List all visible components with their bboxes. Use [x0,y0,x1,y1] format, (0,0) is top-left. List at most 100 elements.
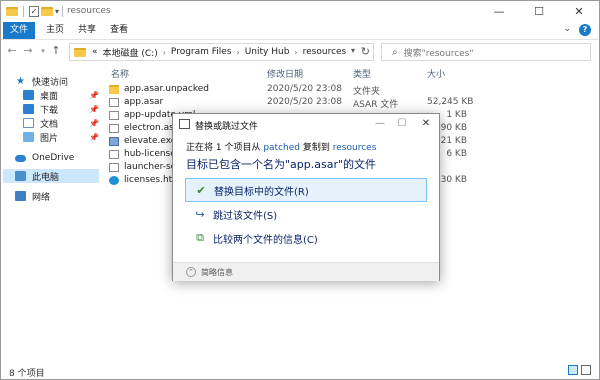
tab-view[interactable]: 查看 [107,22,131,39]
skip-file-option[interactable]: ↪ 跳过该文件(S) [185,202,427,226]
column-header-date[interactable]: 修改日期 [267,67,303,80]
skip-arrow-icon: ↪ [195,207,205,221]
file-date: 2020/5/20 23:08 [267,84,342,94]
expand-ribbon-icon[interactable]: ⌄ [563,24,571,36]
nav-label: 图片 [40,133,59,144]
file-date: 2020/5/20 23:08 [267,97,342,107]
replace-file-option[interactable]: ✔ 替换目标中的文件(R) [185,178,427,202]
window-title: resources [67,6,111,16]
folder-icon [6,7,18,16]
chevron-right-icon[interactable]: › [294,48,297,57]
back-arrow-icon[interactable]: ← [5,44,19,57]
copy-icon [179,119,190,129]
breadcrumb-item[interactable]: 本地磁盘 (C:) [103,46,158,59]
customize-toolbar-icon[interactable]: ▾ [55,7,59,16]
replace-or-skip-dialog: 替换或跳过文件 — ☐ ✕ 正在将 1 个项目从 patched 复制到 res… [172,113,440,281]
search-placeholder: 搜索"resources" [403,48,474,59]
up-arrow-icon[interactable]: ↑ [49,44,63,57]
navigation-pane: ★ 快速访问 桌面 📌 下载 📌 文档 📌 图片 📌 OneDrive 此电脑 … [1,63,101,363]
nav-network[interactable]: 网络 [15,189,50,203]
pin-icon: 📌 [89,132,99,142]
nav-label: 快速访问 [32,77,69,88]
fewer-details-toggle[interactable]: 简略信息 [201,267,233,278]
breadcrumb-item[interactable]: Program Files [171,47,232,57]
ribbon-tabs: 文件 主页 共享 查看 ⌄ ? [1,22,599,39]
help-icon[interactable]: ? [579,24,591,36]
status-item-count: 8 个项目 [9,369,45,379]
quick-access-toolbar: ✓ ▾ [6,5,59,18]
column-header-type[interactable]: 类型 [353,67,371,80]
chevron-right-icon[interactable]: › [237,48,240,57]
breadcrumb-overflow[interactable]: « [92,47,98,57]
explorer-window: ✓ ▾ resources — ☐ ✕ 文件 主页 共享 查看 ⌄ ? ← → … [0,0,600,380]
properties-icon[interactable]: ✓ [29,6,39,17]
edge-browser-icon [109,175,119,185]
column-header-name[interactable]: 名称 [111,67,129,80]
compare-files-option[interactable]: ⧉ 比较两个文件的信息(C) [185,226,427,250]
forward-arrow-icon[interactable]: → [21,44,35,57]
nav-quick-access[interactable]: ★ 快速访问 [15,74,68,88]
file-row[interactable]: app.asar.unpacked [109,83,209,95]
details-view-icon[interactable] [568,365,578,375]
nav-item-downloads[interactable]: 下载 📌 [23,102,101,116]
refresh-icon[interactable]: ↻ [361,45,370,58]
maximize-button[interactable]: ☐ [519,1,559,22]
file-name: elevate.exe [124,136,177,146]
nav-label: 下载 [40,105,59,116]
chevron-right-icon[interactable]: › [163,48,166,57]
large-icons-view-icon[interactable] [581,365,591,375]
search-input[interactable]: ⌕ 搜索"resources" [381,43,591,61]
network-icon [15,191,26,201]
dialog-minimize-button[interactable]: — [369,116,391,132]
file-type: ASAR 文件 [353,100,399,110]
breadcrumb-item[interactable]: Unity Hub [245,47,290,57]
dialog-footer: ⌃ 简略信息 [173,262,439,281]
chevron-down-icon[interactable]: ▾ [351,46,355,55]
tab-file[interactable]: 文件 [3,22,35,39]
tab-share[interactable]: 共享 [75,22,99,39]
nav-item-desktop[interactable]: 桌面 📌 [23,88,101,102]
dialog-title: 替换或跳过文件 [195,122,259,132]
new-folder-icon[interactable] [41,7,53,16]
tab-home[interactable]: 主页 [43,22,67,39]
nav-label: 网络 [32,192,51,203]
copy-text-prefix: 正在将 1 个项目从 [186,143,261,153]
star-icon: ★ [16,75,25,87]
file-icon [109,123,119,133]
destination-folder-link[interactable]: resources [333,143,377,153]
nav-this-pc[interactable]: 此电脑 [3,169,99,183]
desktop-icon [23,90,34,100]
pictures-icon [23,132,34,142]
recent-locations-icon[interactable]: ▾ [36,47,50,55]
chevron-up-icon[interactable]: ⌃ [186,267,196,277]
file-name: app.asar [124,97,164,107]
nav-item-pictures[interactable]: 图片 📌 [23,130,101,144]
minimize-button[interactable]: — [479,1,519,22]
dialog-close-button[interactable]: ✕ [415,116,437,132]
source-folder-link[interactable]: patched [263,143,300,153]
option-label: 比较两个文件的信息(C) [213,234,318,246]
nav-onedrive[interactable]: OneDrive [15,151,74,165]
executable-icon [109,136,119,146]
separator [23,6,24,17]
file-row[interactable]: app.asar [109,96,163,108]
file-size: 52,245 KB [427,97,474,107]
address-bar[interactable]: « 本地磁盘 (C:) › Program Files › Unity Hub … [69,43,374,61]
cloud-icon [15,154,26,162]
search-icon: ⌕ [392,46,398,58]
nav-item-documents[interactable]: 文档 📌 [23,116,101,130]
file-icon [109,162,119,172]
folder-icon [109,84,119,94]
compare-files-icon: ⧉ [196,231,204,244]
close-button[interactable]: ✕ [559,1,599,22]
download-icon [23,104,34,114]
column-header-size[interactable]: 大小 [427,67,445,80]
view-switcher [568,365,591,375]
file-type: 文件夹 [353,87,381,97]
computer-icon [15,171,26,181]
file-row[interactable]: elevate.exe [109,135,176,147]
folder-icon [74,47,86,57]
dialog-maximize-button[interactable]: ☐ [391,116,413,132]
file-icon [109,110,119,120]
breadcrumb-item[interactable]: resources [303,47,347,57]
